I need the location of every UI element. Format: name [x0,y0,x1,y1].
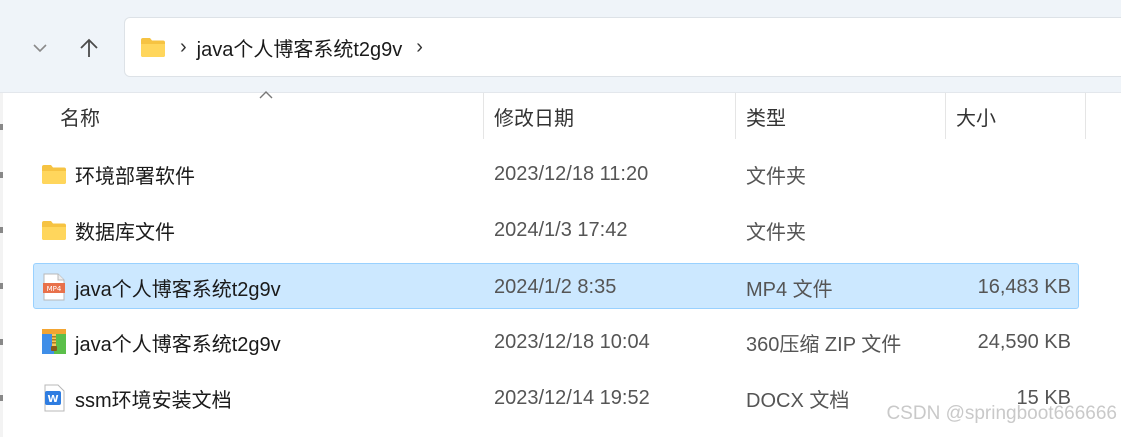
breadcrumb-current-folder[interactable]: java个人博客系统t2g9v [197,33,403,62]
file-name: ssm环境安装文档 [75,389,232,412]
file-name-cell: W ssm环境安装文档 [41,375,232,421]
up-button[interactable] [71,30,107,66]
file-type: MP4 文件 [746,278,833,301]
file-row[interactable]: 数据库文件 2024/1/3 17:42 文件夹 [33,207,1079,253]
file-row[interactable]: java个人博客系统t2g9v 2023/12/18 10:04 360压缩 Z… [33,319,1079,365]
file-name-cell: MP4 java个人博客系统t2g9v [41,264,281,310]
recent-locations-button[interactable] [22,30,58,66]
svg-text:W: W [47,394,58,405]
chevron-down-icon [33,44,47,53]
file-name: 数据库文件 [75,221,175,244]
column-header-row: 名称 修改日期 类型 大小 [0,91,1121,139]
column-header-name[interactable]: 名称 [60,93,484,139]
column-header-size-label: 大小 [956,107,996,130]
file-date: 2023/12/14 19:52 [494,386,650,409]
column-header-name-label: 名称 [60,107,100,130]
file-type: 360压缩 ZIP 文件 [746,333,902,356]
address-bar[interactable]: › java个人博客系统t2g9v › [124,17,1121,77]
zip-archive-icon [41,328,67,356]
nav-pane-marker [0,395,3,401]
folder-icon [141,38,165,57]
file-size: 24,590 KB [977,330,1071,353]
column-header-date[interactable]: 修改日期 [484,93,736,139]
file-date: 2024/1/2 8:35 [494,275,617,298]
file-name-cell: 数据库文件 [41,207,175,253]
file-type: DOCX 文档 [746,389,850,412]
file-row-selected[interactable]: MP4 java个人博客系统t2g9v 2024/1/2 8:35 MP4 文件… [33,263,1079,309]
file-row[interactable]: 环境部署软件 2023/12/18 11:20 文件夹 [33,151,1079,197]
watermark: CSDN @springboot666666 [886,403,1117,424]
column-header-date-label: 修改日期 [494,107,574,130]
column-header-type-label: 类型 [746,107,786,130]
file-type: 文件夹 [746,221,806,244]
file-size: 16,483 KB [977,275,1071,298]
docx-file-icon: W [41,384,67,412]
mp4-file-icon: MP4 [41,273,67,301]
nav-pane-marker [0,339,3,345]
file-name: 环境部署软件 [75,165,195,188]
column-header-type[interactable]: 类型 [736,93,946,139]
file-date: 2024/1/3 17:42 [494,218,628,241]
navigation-bar: › java个人博客系统t2g9v › [0,0,1121,93]
nav-pane-marker [0,227,3,233]
breadcrumb-separator-icon[interactable]: › [180,37,187,57]
file-name-cell: java个人博客系统t2g9v [41,319,281,365]
breadcrumb-chevron-icon[interactable]: › [416,37,423,57]
file-type: 文件夹 [746,165,806,188]
file-name: java个人博客系统t2g9v [75,333,281,356]
nav-pane-marker [0,283,3,289]
file-name: java个人博客系统t2g9v [75,278,281,301]
file-name-cell: 环境部署软件 [41,151,195,197]
column-header-size[interactable]: 大小 [946,93,1086,139]
navigation-pane-edge [0,93,3,437]
nav-pane-marker [0,172,3,178]
file-date: 2023/12/18 10:04 [494,330,650,353]
folder-icon [41,216,67,244]
folder-icon [41,160,67,188]
arrow-up-icon [80,38,98,57]
svg-text:MP4: MP4 [47,285,62,293]
file-date: 2023/12/18 11:20 [494,162,649,185]
